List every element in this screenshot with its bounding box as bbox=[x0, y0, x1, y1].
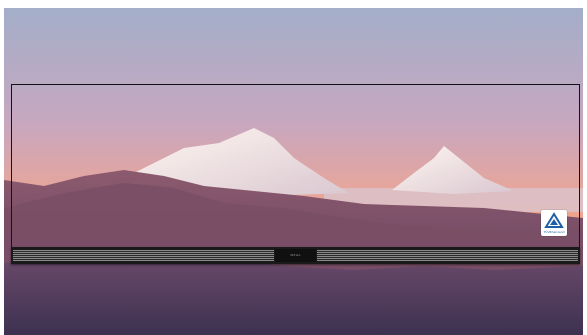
certification-badge: TÜVRheinland bbox=[541, 210, 567, 236]
tuv-certification-icon: TÜVRheinland bbox=[542, 212, 565, 234]
speaker-grille-right bbox=[317, 250, 578, 261]
speaker-grille-left bbox=[13, 250, 274, 261]
badge-text: TÜVRheinland bbox=[542, 229, 564, 234]
tv-frame bbox=[11, 84, 580, 264]
soundbar: WEGA bbox=[11, 247, 580, 264]
brand-logo: WEGA bbox=[275, 249, 316, 262]
